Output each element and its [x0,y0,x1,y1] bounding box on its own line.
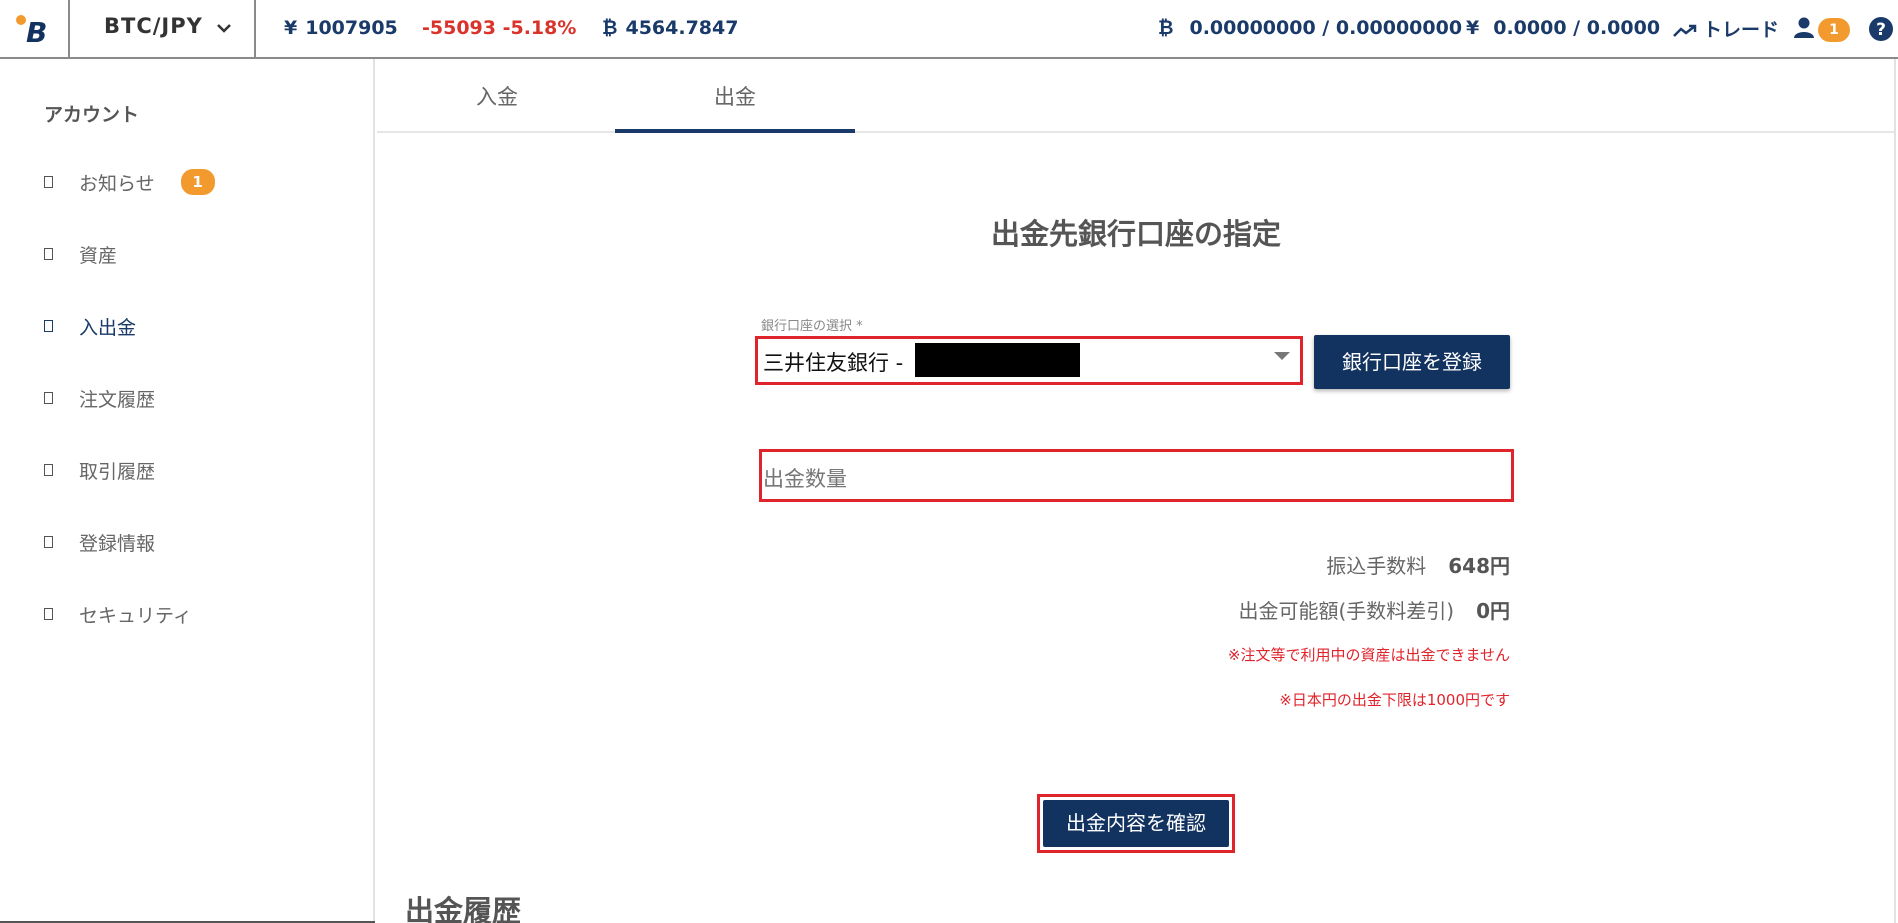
main-content: 入金 出金 出金先銀行口座の指定 銀行口座の選択 * 三井住友銀行 - 銀行口座… [377,59,1895,923]
sidebar-item-label: セキュリティ [79,604,192,627]
sidebar-item-label: 入出金 [79,316,137,339]
confirm-withdraw-button[interactable]: 出金内容を確認 [1043,800,1229,847]
bank-select-value: 三井住友銀行 - [763,351,904,375]
active-tab-indicator [615,129,855,133]
register-bank-button[interactable]: 銀行口座を登録 [1314,335,1510,389]
available-value: 0円 [1476,599,1510,623]
assets-icon [44,248,53,260]
news-count-badge: 1 [180,169,215,195]
page-title: 出金先銀行口座の指定 [990,217,1281,251]
user-icon[interactable] [1793,16,1815,40]
chevron-down-icon[interactable] [216,22,232,34]
redacted-account-number [915,343,1080,377]
help-icon[interactable]: ? [1868,16,1894,42]
sidebar: アカウント お知らせ 1 資産 入出金 注文履歴 取引履歴 登録情報 セキュリテ… [0,59,375,923]
sidebar-item-label: 注文履歴 [79,388,156,411]
bitbank-logo-icon[interactable]: B [12,10,58,49]
withdraw-history-title: 出金履歴 [405,894,522,923]
transfer-fee-row: 振込手数料 648円 [1326,550,1510,579]
fee-label: 振込手数料 [1326,554,1427,578]
svg-text:B: B [26,16,47,48]
trending-up-icon [1673,24,1697,37]
note-minimum-withdraw: ※日本円の出金下限は1000円です [1279,691,1510,709]
svg-text:?: ? [1876,20,1886,40]
news-icon [44,176,53,188]
divider [254,0,256,57]
caret-down-icon[interactable] [1274,352,1290,360]
note-in-use-assets: ※注文等で利用中の資産は出金できません [1227,646,1510,664]
withdraw-amount-input[interactable]: 出金数量 [759,449,1514,502]
sidebar-item-label: 取引履歴 [79,460,156,483]
bitcoin-icon: ₿ [1158,17,1174,39]
divider [1894,59,1896,923]
volume: ₿ 4564.7847 [602,17,739,39]
tab-withdraw[interactable]: 出金 [615,81,855,111]
sidebar-item-order-history[interactable]: 注文履歴 [44,383,155,413]
sidebar-item-news[interactable]: お知らせ 1 [44,167,215,197]
tab-deposit[interactable]: 入金 [377,81,617,111]
available-amount-row: 出金可能額(手数料差引) 0円 [1238,595,1510,624]
bank-select-label: 銀行口座の選択 * [761,319,863,334]
confirm-highlight: 出金内容を確認 [1037,794,1235,853]
btc-balance: ₿ 0.00000000 / 0.00000000 [1158,17,1463,39]
bitcoin-icon: ₿ [602,17,618,39]
sidebar-item-label: お知らせ [79,172,155,195]
sidebar-item-label: 登録情報 [79,532,156,555]
sidebar-item-label: 資産 [79,244,118,267]
fee-value: 648円 [1448,554,1510,578]
available-label: 出金可能額(手数料差引) [1238,599,1455,623]
sidebar-item-registration[interactable]: 登録情報 [44,527,155,557]
price-change: -55093 -5.18% [422,17,577,39]
security-icon [44,608,53,620]
jpy-balance: ¥0.0000 / 0.0000 [1466,17,1661,39]
amount-placeholder: 出金数量 [763,467,847,491]
bank-account-select[interactable]: 三井住友銀行 - [755,336,1303,385]
yen-icon: ¥ [284,17,298,39]
last-price: ¥1007905 [284,17,398,39]
trade-history-icon [44,464,53,476]
pair-selector-label[interactable]: BTC/JPY [104,14,203,38]
deposit-withdraw-icon [44,320,53,332]
trade-link[interactable]: トレード [1673,15,1779,42]
top-bar: B BTC/JPY ¥1007905 -55093 -5.18% ₿ 4564.7… [0,0,1898,59]
sidebar-item-trade-history[interactable]: 取引履歴 [44,455,155,485]
sidebar-item-deposit-withdraw[interactable]: 入出金 [44,311,136,341]
notification-badge[interactable]: 1 [1818,18,1850,42]
tab-bar: 入金 出金 [377,59,1895,133]
registration-icon [44,536,53,548]
sidebar-title: アカウント [44,104,140,126]
sidebar-item-security[interactable]: セキュリティ [44,599,192,629]
yen-icon: ¥ [1466,17,1480,39]
order-history-icon [44,392,53,404]
divider [68,0,70,57]
sidebar-item-assets[interactable]: 資産 [44,239,117,269]
